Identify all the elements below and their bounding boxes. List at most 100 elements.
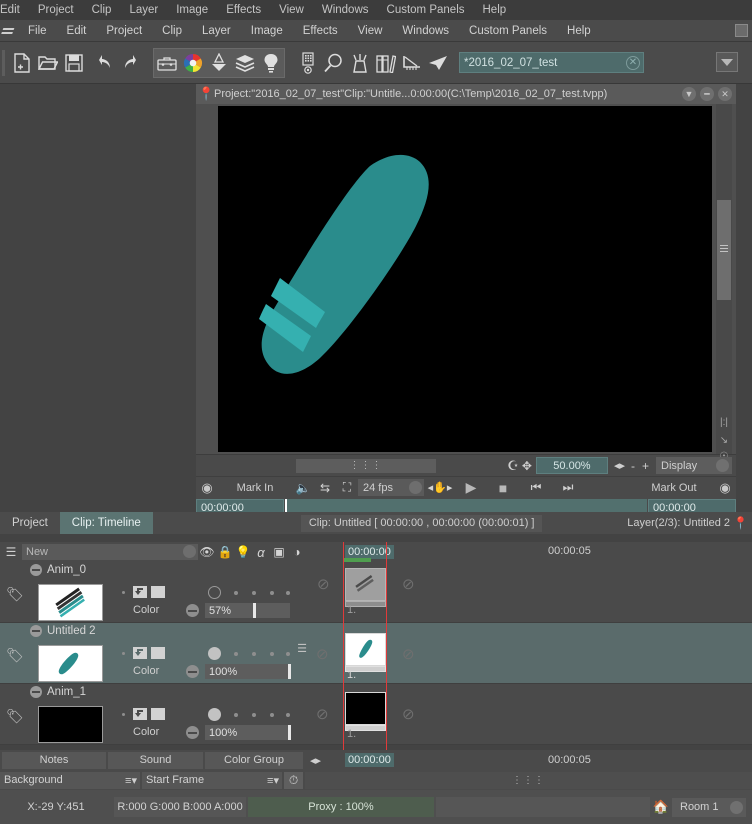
minimize-icon[interactable]: ━	[700, 87, 714, 101]
display-mode-dropdown[interactable]: Display	[656, 457, 732, 474]
resize-diagonal-icon[interactable]: ↘	[714, 435, 734, 446]
timeline-playhead-left[interactable]	[343, 542, 344, 770]
opacity-bead-3[interactable]	[270, 591, 274, 595]
exposure-cell[interactable]	[345, 692, 386, 725]
zoom-level-field[interactable]: 50.00%	[535, 457, 608, 474]
right-ghost-frame-icon[interactable]: ⊘	[402, 575, 415, 593]
close-icon[interactable]: ✕	[718, 87, 732, 101]
opacity-decrease-icon[interactable]	[186, 726, 199, 739]
opacity-field[interactable]: 100%	[205, 664, 290, 679]
room-selector[interactable]: Room 1	[672, 797, 746, 817]
main-menu-layer[interactable]: Layer	[192, 25, 241, 37]
background-dropdown[interactable]: Background ≡▾	[0, 771, 140, 789]
menu-item-edit[interactable]: Edit	[0, 4, 29, 16]
menu-item-layer[interactable]: Layer	[120, 4, 167, 16]
main-menu-file[interactable]: File	[18, 25, 57, 37]
stop-button[interactable]: ■	[486, 480, 520, 496]
fullscreen-icon[interactable]: ⛶	[336, 480, 358, 495]
layer-tag-icon[interactable]: 🏷	[6, 647, 26, 665]
opacity-bead-2[interactable]	[252, 591, 256, 595]
magnifier-icon[interactable]	[321, 48, 347, 78]
opacity-field[interactable]: 57%	[205, 603, 290, 618]
play-button[interactable]: ▶	[456, 479, 486, 496]
tab-project[interactable]: Project	[0, 512, 60, 534]
menu-item-clip[interactable]: Clip	[83, 4, 121, 16]
tab-clip-timeline[interactable]: Clip: Timeline	[59, 512, 153, 534]
zoom-out-button[interactable]: -	[631, 459, 635, 473]
opacity-bead-1[interactable]	[234, 713, 238, 717]
link-frames-icon[interactable]	[133, 647, 147, 659]
expand-horizontal-icon[interactable]: ◂▸	[305, 754, 326, 767]
main-menu-project[interactable]: Project	[96, 25, 152, 37]
opacity-field[interactable]: 100%	[205, 725, 290, 740]
left-ghost-frame-icon[interactable]: ⊘	[316, 705, 329, 723]
main-menu-help[interactable]: Help	[557, 25, 601, 37]
main-menu-windows[interactable]: Windows	[392, 25, 459, 37]
ruler-curve-icon[interactable]	[399, 48, 425, 78]
go-to-start-button[interactable]: ⏮	[520, 480, 552, 495]
zoom-flip-icon[interactable]: ◂▸	[614, 459, 625, 472]
project-name-field[interactable]: *2016_02_07_test ✕	[459, 52, 644, 73]
pin-icon[interactable]: 📍	[733, 516, 748, 530]
menu-item-windows[interactable]: Windows	[313, 4, 378, 16]
color-wheel-icon[interactable]	[180, 48, 206, 78]
list-menu-icon[interactable]: ≡▾	[125, 774, 137, 787]
collapse-group-icon[interactable]	[30, 564, 42, 576]
mark-in-label[interactable]: Mark In	[218, 482, 292, 494]
opacity-decrease-icon[interactable]	[186, 604, 199, 617]
add-instance-icon[interactable]	[151, 708, 165, 720]
opacity-bead-0[interactable]	[208, 586, 221, 599]
opacity-bead-0[interactable]	[208, 647, 221, 660]
toolbox-icon[interactable]	[154, 48, 180, 78]
toolbar-overflow-dropdown[interactable]	[716, 52, 738, 72]
layer-group-header[interactable]: Untitled 2	[30, 625, 96, 637]
layer-thumbnail[interactable]	[38, 706, 103, 743]
no-zoom-icon[interactable]: ☪	[507, 458, 519, 474]
brush-library-icon[interactable]	[206, 48, 232, 78]
scrollbar-thumb[interactable]	[717, 200, 731, 300]
menu-item-custom-panels[interactable]: Custom Panels	[378, 4, 474, 16]
binder-icon[interactable]	[373, 48, 399, 78]
blend-mode-label[interactable]: Color	[133, 604, 159, 616]
scrub-hand-icon[interactable]: ◂✋▸	[424, 481, 456, 494]
stopwatch-icon[interactable]: ⏱	[284, 771, 303, 789]
viewer-title-bar[interactable]: 📍 Project:"2016_02_07_test"Clip:"Untitle…	[196, 84, 736, 104]
tab-color-group[interactable]: Color Group	[205, 751, 303, 769]
tab-sound[interactable]: Sound	[108, 751, 203, 769]
opacity-bead-4[interactable]	[286, 591, 290, 595]
link-frames-icon[interactable]	[133, 586, 147, 598]
link-frames-icon[interactable]	[133, 708, 147, 720]
collapse-group-icon[interactable]	[30, 625, 42, 637]
timeline-playhead-right[interactable]	[386, 542, 387, 770]
main-menu-edit[interactable]: Edit	[57, 25, 97, 37]
clear-project-name-icon[interactable]: ✕	[626, 56, 640, 70]
add-instance-icon[interactable]	[151, 586, 165, 598]
group-name-dropdown[interactable]: New	[22, 544, 198, 560]
open-project-icon[interactable]	[35, 48, 61, 78]
new-project-icon[interactable]	[9, 48, 35, 78]
opacity-bead-3[interactable]	[270, 652, 274, 656]
group-stack-icon[interactable]: ☰	[0, 545, 22, 559]
home-room-icon[interactable]: 🏠	[650, 799, 672, 815]
layer-row-anim-1[interactable]: Anim_1 🏷 Color 100% ⊘ ⊘ 1.	[0, 684, 752, 745]
row-resize-handle[interactable]: ☰	[296, 644, 308, 661]
collapse-group-icon[interactable]	[30, 686, 42, 698]
tab-notes[interactable]: Notes	[2, 751, 106, 769]
right-ghost-frame-icon[interactable]: ⊘	[402, 705, 415, 723]
layer-row-anim-0[interactable]: Anim_0 🏷 Color 57% ⊘ ⊘ 1.	[0, 562, 752, 623]
collapse-icon[interactable]: ▼	[682, 87, 696, 101]
blend-mode-label[interactable]: Color	[133, 665, 159, 677]
save-project-icon[interactable]	[61, 48, 87, 78]
left-ghost-frame-icon[interactable]: ⊘	[317, 575, 330, 593]
opacity-bead-4[interactable]	[286, 713, 290, 717]
layer-group-header[interactable]: Anim_0	[30, 564, 86, 576]
proxy-readout[interactable]: Proxy : 100%	[248, 797, 434, 817]
layer-tag-icon[interactable]: 🏷	[6, 708, 26, 726]
bulb-icon[interactable]: 💡	[234, 545, 252, 559]
layer-tag-icon[interactable]: 🏷	[6, 586, 26, 604]
eye-icon[interactable]: 👁	[198, 545, 216, 559]
pan-center-icon[interactable]: ✥	[522, 459, 532, 473]
keypad-icon[interactable]	[295, 48, 321, 78]
list-menu-icon[interactable]: ≡▾	[267, 774, 279, 787]
mark-in-set-icon[interactable]: ◉	[196, 480, 218, 496]
